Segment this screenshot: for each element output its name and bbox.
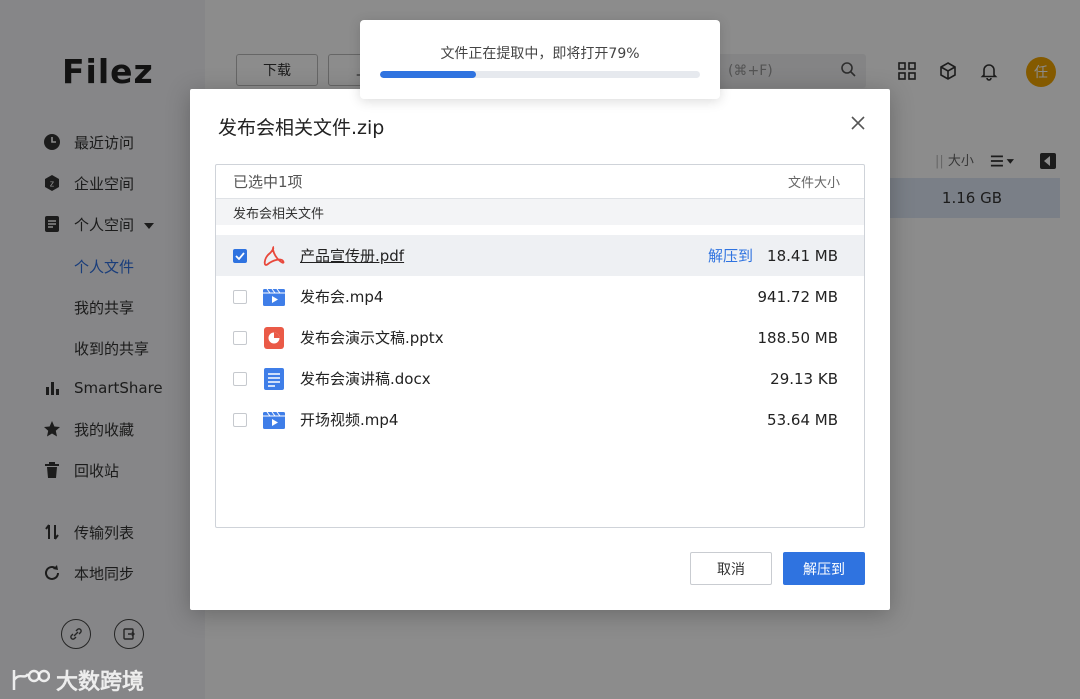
doc-icon bbox=[262, 367, 286, 391]
folder-row[interactable]: 发布会相关文件 bbox=[216, 199, 864, 225]
file-name[interactable]: 发布会演示文稿.pptx bbox=[300, 327, 444, 348]
file-size: 29.13 KB bbox=[770, 369, 838, 388]
dialog-title: 发布会相关文件.zip bbox=[218, 117, 385, 139]
progress-bar bbox=[380, 71, 700, 78]
file-row[interactable]: 发布会演示文稿.pptx 188.50 MB bbox=[216, 317, 864, 358]
extract-button[interactable]: 解压到 bbox=[783, 552, 865, 585]
checkbox[interactable] bbox=[233, 248, 247, 263]
size-column-header: 文件大小 bbox=[787, 176, 840, 191]
file-list-panel: 已选中1项 文件大小 发布会相关文件 产品宣传册.pdf 解压到 18.41 M… bbox=[215, 164, 865, 528]
file-size: 941.72 MB bbox=[757, 287, 839, 306]
progress-toast: 文件正在提取中，即将打开79% bbox=[360, 20, 720, 99]
selected-count: 已选中1项 bbox=[233, 173, 303, 191]
file-row[interactable]: 发布会.mp4 941.72 MB bbox=[216, 276, 864, 317]
ppt-icon bbox=[262, 326, 286, 350]
file-name[interactable]: 开场视频.mp4 bbox=[300, 409, 398, 430]
file-row[interactable]: 产品宣传册.pdf 解压到 18.41 MB bbox=[216, 235, 864, 276]
file-size: 188.50 MB bbox=[757, 328, 839, 347]
file-size: 53.64 MB bbox=[767, 410, 838, 429]
video-icon bbox=[262, 285, 286, 309]
pdf-icon bbox=[262, 244, 286, 268]
checkbox[interactable] bbox=[233, 330, 247, 345]
checkbox[interactable] bbox=[233, 289, 247, 304]
extract-dialog: 发布会相关文件.zip 已选中1项 文件大小 发布会相关文件 产品宣传册.pdf… bbox=[190, 89, 890, 610]
close-icon[interactable] bbox=[850, 115, 866, 131]
file-row[interactable]: 发布会演讲稿.docx 29.13 KB bbox=[216, 358, 864, 399]
panel-header: 已选中1项 文件大小 bbox=[216, 165, 864, 199]
cancel-button[interactable]: 取消 bbox=[690, 552, 772, 585]
progress-fill bbox=[380, 71, 476, 78]
file-row[interactable]: 开场视频.mp4 53.64 MB bbox=[216, 399, 864, 440]
file-name[interactable]: 发布会.mp4 bbox=[300, 286, 383, 307]
file-name[interactable]: 发布会演讲稿.docx bbox=[300, 368, 431, 389]
extract-link[interactable]: 解压到 bbox=[708, 245, 753, 266]
watermark: 大数跨境 bbox=[10, 664, 144, 696]
file-size: 18.41 MB bbox=[767, 246, 838, 265]
checkbox[interactable] bbox=[233, 412, 247, 427]
file-name[interactable]: 产品宣传册.pdf bbox=[300, 245, 404, 266]
progress-message: 文件正在提取中，即将打开79% bbox=[440, 46, 640, 62]
watermark-text: 大数跨境 bbox=[56, 670, 145, 695]
video-icon bbox=[262, 408, 286, 432]
watermark-logo-icon bbox=[12, 669, 50, 690]
checkbox[interactable] bbox=[233, 371, 247, 386]
